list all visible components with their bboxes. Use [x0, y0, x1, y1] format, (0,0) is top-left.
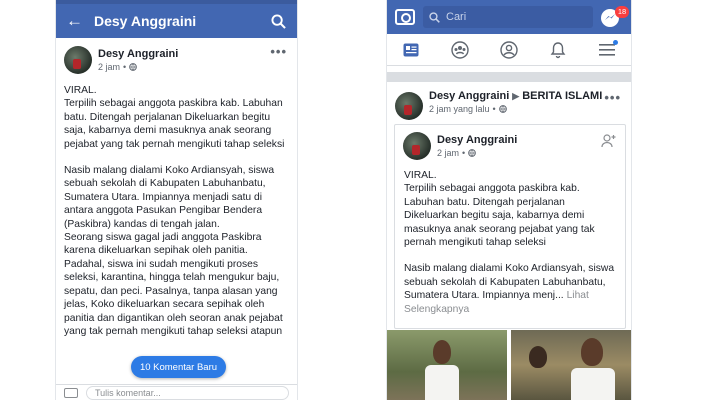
search-input[interactable]: Cari: [423, 6, 593, 28]
post-photo[interactable]: [511, 330, 631, 400]
post-time[interactable]: 2 jam: [98, 62, 120, 72]
globe-icon: [468, 149, 477, 157]
menu-icon[interactable]: [595, 38, 619, 62]
more-icon[interactable]: •••: [270, 44, 287, 59]
feed-divider: [387, 72, 631, 82]
post-time[interactable]: 2 jam yang lalu: [429, 104, 490, 114]
search-icon: [429, 11, 440, 23]
post-paragraph: VIRAL. Terpilih sebagai anggota paskibra…: [64, 85, 285, 150]
post-photo[interactable]: [387, 330, 507, 400]
post-body: VIRAL. Terpilih sebagai anggota paskibra…: [395, 167, 625, 316]
camera-icon[interactable]: [395, 9, 415, 25]
photo-subject-head: [581, 338, 603, 366]
post-header: Desy Anggraini 2 jam • •••: [56, 38, 297, 82]
tab-bar: [387, 34, 631, 66]
bell-icon[interactable]: [546, 38, 570, 62]
comment-bar: Tulis komentar...: [56, 384, 297, 400]
photo-subject-head: [529, 346, 547, 368]
shared-post-header: Desy Anggraini ▶ BERITA ISLAMI 2 jam yang …: [387, 82, 631, 124]
post-time[interactable]: 2 jam: [437, 148, 459, 158]
page-name[interactable]: BERITA ISLAMI: [522, 90, 602, 102]
original-post-card[interactable]: Desy Anggraini 2 jam • VIRAL. Terpilih s…: [394, 124, 626, 329]
share-arrow-icon: ▶: [512, 91, 520, 101]
meta-separator: •: [462, 148, 466, 158]
post-photos[interactable]: [387, 330, 631, 400]
more-icon[interactable]: •••: [604, 90, 621, 105]
post-paragraph: Nasib malang dialami Koko Ardiansyah, si…: [64, 165, 283, 337]
avatar[interactable]: [395, 92, 423, 120]
avatar[interactable]: [64, 46, 92, 74]
screenshot-stage: ← Desy Anggraini Desy Anggraini 2 jam • …: [0, 0, 715, 400]
messenger-icon[interactable]: 18: [601, 6, 629, 28]
meta-separator: •: [492, 104, 496, 114]
globe-icon: [498, 105, 507, 113]
original-post-header: Desy Anggraini 2 jam •: [395, 125, 625, 167]
notification-dot: [612, 39, 618, 45]
right-phone-screen: Cari 18 Desy Anggraini ▶ BERITA ISLAMI 2…: [386, 0, 632, 400]
news-feed-icon[interactable]: [399, 38, 423, 62]
post-author[interactable]: Desy Anggraini: [437, 134, 517, 146]
meta-separator: •: [123, 62, 127, 72]
left-phone-screen: ← Desy Anggraini Desy Anggraini 2 jam • …: [55, 0, 298, 400]
post-author[interactable]: Desy Anggraini: [98, 48, 178, 60]
post-paragraph: VIRAL. Terpilih sebagai anggota paskibra…: [404, 170, 595, 249]
photo-subject-shirt: [571, 368, 615, 400]
search-icon[interactable]: [269, 12, 287, 30]
search-placeholder: Cari: [446, 11, 467, 23]
groups-icon[interactable]: [448, 38, 472, 62]
photo-subject-head: [433, 340, 451, 364]
avatar[interactable]: [403, 132, 431, 160]
post-body: VIRAL. Terpilih sebagai anggota paskibra…: [56, 82, 297, 338]
left-header-bar: ← Desy Anggraini: [56, 0, 297, 38]
back-arrow-icon[interactable]: ←: [66, 11, 84, 31]
header-title: Desy Anggraini: [94, 13, 197, 29]
post-paragraph-truncated: Nasib malang dialami Koko Ardiansyah, si…: [404, 262, 616, 316]
post-author[interactable]: Desy Anggraini: [429, 90, 509, 102]
add-friend-icon[interactable]: [601, 133, 617, 149]
right-header-bar: Cari 18: [387, 0, 631, 34]
camera-icon[interactable]: [64, 387, 78, 398]
new-comments-button[interactable]: 10 Komentar Baru: [131, 356, 226, 378]
photo-subject-shirt: [425, 365, 459, 400]
messenger-badge: 18: [615, 6, 629, 18]
profile-icon[interactable]: [497, 38, 521, 62]
globe-icon: [129, 63, 138, 71]
comment-input[interactable]: Tulis komentar...: [86, 385, 289, 400]
